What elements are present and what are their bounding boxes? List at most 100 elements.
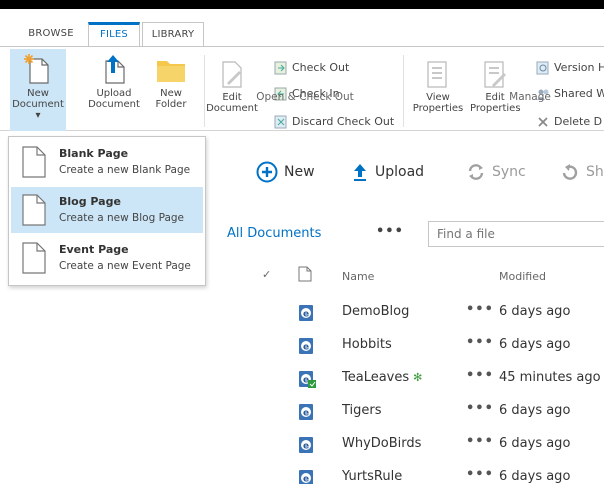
share-icon	[562, 164, 578, 180]
edit-properties-icon	[484, 61, 506, 88]
discard-check-out-icon	[274, 115, 287, 129]
new-folder-label-2: Folder	[155, 99, 187, 110]
edit-document-button[interactable]: Edit Document	[206, 55, 258, 114]
row-menu-ellipsis[interactable]: •••	[466, 467, 494, 482]
document-name-link[interactable]: Hobbits	[342, 337, 392, 352]
modified-date: 6 days ago	[499, 304, 571, 319]
modified-date: 6 days ago	[499, 469, 571, 484]
table-row[interactable]: e WhyDoBirds ••• 6 days ago	[0, 428, 604, 460]
menu-item-blank-page[interactable]: Blank Page Create a new Blank Page	[11, 139, 203, 185]
view-more-ellipsis[interactable]: •••	[376, 224, 404, 239]
suite-bar	[0, 0, 604, 9]
svg-text:e: e	[303, 343, 309, 353]
sync-command-label: Sync	[492, 164, 526, 180]
upload-label-1: Upload	[96, 88, 132, 99]
document-name-link[interactable]: TeaLeaves ✻	[342, 370, 422, 385]
edit-properties-label-2: Properties	[470, 103, 521, 114]
table-row[interactable]: e TeaLeaves ✻ ••• 45 minutes ago	[0, 362, 604, 394]
folder-icon	[157, 61, 185, 82]
tab-files[interactable]: FILES	[88, 22, 140, 46]
svg-text:e: e	[303, 475, 309, 484]
version-history-label: Version H	[554, 61, 604, 74]
svg-text:e: e	[303, 409, 309, 419]
discard-check-out-button[interactable]: Discard Check Out	[274, 113, 394, 131]
svg-text:e: e	[303, 442, 309, 452]
version-history-button[interactable]: Version H	[536, 59, 604, 77]
new-document-button[interactable]: New Document ▾	[10, 49, 66, 131]
view-properties-label-2: Properties	[412, 103, 464, 114]
view-properties-button[interactable]: View Properties	[410, 55, 466, 114]
upload-document-button[interactable]: Upload Document	[84, 49, 144, 110]
table-row[interactable]: e Hobbits ••• 6 days ago	[0, 329, 604, 361]
delete-document-button[interactable]: Delete D	[536, 113, 602, 131]
page-icon	[22, 194, 46, 226]
check-out-button[interactable]: Check Out	[274, 59, 349, 77]
sync-command[interactable]: Sync	[466, 161, 526, 183]
svg-text:e: e	[303, 310, 309, 320]
check-out-icon	[274, 61, 287, 75]
webpage-file-icon: e	[299, 470, 313, 484]
column-header-modified[interactable]: Modified	[499, 270, 546, 283]
sync-icon	[468, 164, 484, 180]
table-row[interactable]: e DemoBlog ••• 6 days ago	[0, 296, 604, 328]
page-icon	[22, 242, 46, 274]
ribbon-separator	[403, 55, 404, 127]
menu-item-blog-page[interactable]: Blog Page Create a new Blog Page	[11, 187, 203, 233]
ribbon: New Document ▾ Upload Document New Folde…	[0, 47, 604, 131]
delete-document-label: Delete D	[554, 115, 603, 128]
new-document-icon	[24, 54, 49, 84]
delete-icon	[538, 117, 548, 127]
menu-item-desc: Create a new Event Page	[59, 260, 191, 272]
webpage-file-icon: e	[299, 404, 313, 420]
ribbon-tabs: BROWSE FILES LIBRARY	[0, 22, 604, 46]
upload-command[interactable]: Upload	[351, 161, 424, 183]
edit-document-icon	[222, 61, 242, 88]
row-menu-ellipsis[interactable]: •••	[466, 434, 494, 449]
new-folder-label-1: New	[160, 88, 182, 99]
page-icon	[22, 146, 46, 178]
file-type-header-icon	[298, 266, 312, 282]
check-out-label: Check Out	[292, 61, 350, 74]
webpage-file-icon: e	[299, 305, 313, 321]
upload-document-icon	[105, 55, 125, 84]
upload-label-2: Document	[88, 99, 140, 110]
tab-library[interactable]: LIBRARY	[142, 22, 204, 46]
document-name-link[interactable]: YurtsRule	[342, 469, 402, 484]
menu-item-title: Blank Page	[59, 147, 129, 160]
menu-item-title: Event Page	[59, 243, 129, 256]
column-header-name[interactable]: Name	[342, 270, 374, 283]
share-command[interactable]: Sh	[560, 161, 604, 183]
new-document-label-1: New	[27, 88, 49, 99]
document-name-link[interactable]: Tigers	[342, 403, 382, 418]
table-row[interactable]: e Tigers ••• 6 days ago	[0, 395, 604, 427]
view-properties-icon	[427, 61, 447, 88]
new-document-menu: Blank Page Create a new Blank Page Blog …	[8, 136, 206, 286]
menu-item-desc: Create a new Blank Page	[59, 164, 191, 176]
view-properties-label-1: View	[426, 92, 450, 103]
modified-date: 6 days ago	[499, 436, 571, 451]
table-row[interactable]: e YurtsRule ••• 6 days ago	[0, 461, 604, 484]
new-document-label-2: Document ▾	[12, 99, 64, 121]
new-command[interactable]: New	[256, 161, 315, 183]
search-input[interactable]	[428, 221, 604, 247]
row-menu-ellipsis[interactable]: •••	[466, 368, 494, 383]
webpage-file-icon: e	[299, 437, 313, 453]
row-menu-ellipsis[interactable]: •••	[466, 401, 494, 416]
menu-item-title: Blog Page	[59, 195, 121, 208]
select-all-check-icon[interactable]: ✓	[262, 268, 271, 281]
document-name-link[interactable]: WhyDoBirds	[342, 436, 421, 451]
webpage-file-icon: e	[299, 371, 316, 388]
new-item-star-icon: ✻	[413, 371, 423, 384]
tab-browse[interactable]: BROWSE	[18, 22, 84, 46]
document-name-link[interactable]: DemoBlog	[342, 304, 409, 319]
row-menu-ellipsis[interactable]: •••	[466, 302, 494, 317]
row-menu-ellipsis[interactable]: •••	[466, 335, 494, 350]
menu-item-event-page[interactable]: Event Page Create a new Event Page	[11, 235, 203, 281]
version-history-icon	[536, 61, 549, 75]
plus-circle-icon	[256, 161, 278, 183]
new-folder-button[interactable]: New Folder	[150, 49, 192, 110]
edit-properties-button[interactable]: Edit Properties	[470, 55, 521, 114]
view-all-documents[interactable]: All Documents	[227, 226, 321, 241]
modified-date: 6 days ago	[499, 403, 571, 418]
modified-date: 6 days ago	[499, 337, 571, 352]
